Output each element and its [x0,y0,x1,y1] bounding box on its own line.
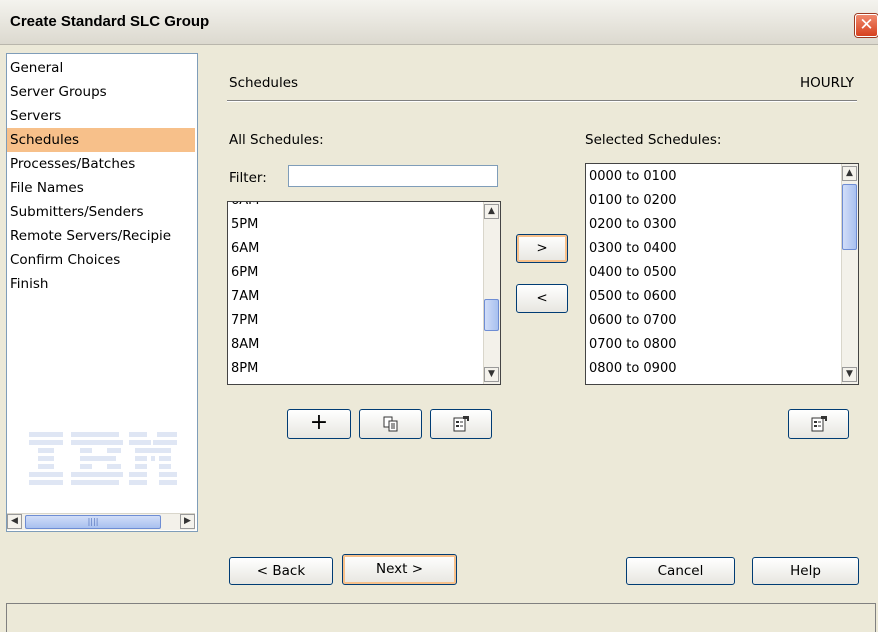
help-button[interactable]: Help [752,557,859,585]
list-item[interactable]: 8AM [231,333,259,357]
properties-icon [811,416,827,432]
next-button[interactable]: Next > [342,554,457,585]
all-schedules-scrollbar[interactable]: ▲ ▼ [483,202,500,384]
list-item[interactable]: 0600 to 0700 [589,309,676,333]
list-item[interactable]: 0000 to 0100 [589,165,676,189]
schedule-properties-button[interactable] [430,409,492,439]
list-item[interactable]: 8PM [231,357,258,381]
nav-item[interactable]: Servers [7,104,195,128]
copy-schedule-button[interactable] [359,409,422,439]
scroll-up-arrow-icon[interactable]: ▲ [842,166,857,181]
ibm-logo [29,432,177,485]
nav-item[interactable]: Processes/Batches [7,152,195,176]
nav-item[interactable]: File Names [7,176,195,200]
nav-item[interactable]: Server Groups [7,80,195,104]
nav-item[interactable]: Schedules [7,128,195,152]
remove-schedule-button[interactable]: < [516,284,568,313]
list-item[interactable]: 5PM [231,213,258,237]
list-item[interactable]: 0300 to 0400 [589,237,676,261]
scroll-thumb[interactable]: |||| [25,515,161,529]
selected-schedules-list[interactable]: 0000 to 0100 0100 to 0200 0200 to 0300 0300… [585,163,859,385]
copy-icon [383,416,397,432]
selected-schedules-scrollbar[interactable]: ▲ ▼ [841,164,858,384]
nav-item[interactable]: Confirm Choices [7,248,195,272]
nav-item[interactable]: Submitters/Senders [7,200,195,224]
title-bar: Create Standard SLC Group ✕ [0,0,878,45]
scroll-thumb[interactable] [484,299,499,331]
list-item[interactable]: 0200 to 0300 [589,213,676,237]
filter-label: Filter: [229,170,267,186]
back-button[interactable]: < Back [229,557,333,585]
list-item[interactable]: 0100 to 0200 [589,189,676,213]
plus-icon: + [309,410,329,435]
cancel-button[interactable]: Cancel [626,557,735,585]
scroll-down-arrow-icon[interactable]: ▼ [842,367,857,382]
all-schedules-label: All Schedules: [229,132,324,148]
scroll-right-arrow-icon[interactable]: ▶ [180,514,195,529]
close-icon: ✕ [859,15,874,35]
list-item[interactable]: 0800 to 0900 [589,357,676,381]
nav-horizontal-scrollbar[interactable]: ◀ |||| ▶ [7,513,195,530]
properties-icon [453,416,469,432]
selected-properties-button[interactable] [788,409,849,439]
list-item[interactable]: 0700 to 0800 [589,333,676,357]
wizard-step-list: General Server Groups Servers Schedules Proc… [6,53,198,532]
new-schedule-button[interactable]: + [287,409,351,439]
list-item[interactable]: 7AM [231,285,259,309]
scroll-thumb[interactable] [842,184,857,250]
add-schedule-button[interactable]: > [516,234,568,263]
selected-schedules-label: Selected Schedules: [585,132,722,148]
list-item[interactable]: 6AM [231,237,259,261]
scroll-down-arrow-icon[interactable]: ▼ [484,367,499,382]
list-item[interactable]: 6PM [231,261,258,285]
close-button[interactable]: ✕ [855,14,878,37]
scroll-up-arrow-icon[interactable]: ▲ [484,204,499,219]
nav-item[interactable]: General [7,56,195,80]
schedule-frequency: HOURLY [799,75,854,91]
list-item-partial[interactable]: 6AM [231,202,259,213]
nav-item[interactable]: Finish [7,272,195,296]
list-item[interactable]: 0400 to 0500 [589,261,676,285]
all-schedules-list[interactable]: 6AM 5PM6AM6PM7AM7PM8AM8PM ▲ ▼ [227,201,501,385]
filter-input[interactable] [288,165,498,187]
status-bar [6,603,876,632]
nav-item[interactable]: Remote Servers/Recipie [7,224,195,248]
scroll-left-arrow-icon[interactable]: ◀ [7,514,22,529]
section-title: Schedules [229,75,299,91]
list-item[interactable]: 7PM [231,309,258,333]
list-item[interactable]: 0500 to 0600 [589,285,676,309]
section-divider [227,100,857,102]
window-title: Create Standard SLC Group [10,13,210,30]
